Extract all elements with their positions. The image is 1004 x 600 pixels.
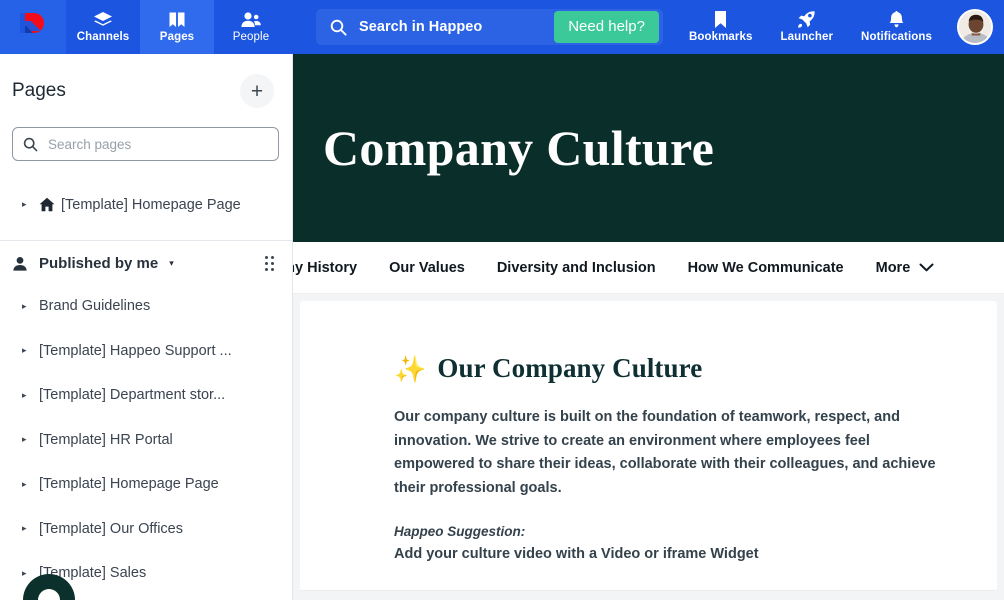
list-item[interactable]: ▸ [Template] Department stor... [0, 373, 292, 418]
section-paragraph: Our company culture is built on the foun… [394, 409, 936, 496]
nav-item-channels-label: Channels [76, 31, 130, 44]
sidebar-group-published-by-me: Published by me ▾ [0, 241, 292, 284]
happeo-logo-button[interactable] [0, 0, 66, 54]
search-container: Search in Happeo Need help? [288, 0, 675, 54]
chat-bubble-icon [38, 589, 60, 600]
chevron-right-icon[interactable]: ▸ [22, 390, 34, 400]
chevron-right-icon[interactable]: ▸ [22, 200, 34, 209]
main-content: Company Culture Company History Our Valu… [293, 54, 1004, 600]
list-item[interactable]: ▸ [Template] HR Portal [0, 418, 292, 463]
tab-company-history[interactable]: Company History [293, 242, 373, 293]
avatar-image [957, 9, 993, 45]
nav-item-launcher-label: Launcher [780, 31, 834, 44]
need-help-button[interactable]: Need help? [554, 11, 659, 43]
page-title: Company Culture [323, 120, 715, 176]
chevron-right-icon[interactable]: ▸ [22, 435, 34, 444]
sidebar-item-label: [Template] Department stor... [39, 387, 226, 404]
chevron-right-icon[interactable]: ▸ [22, 524, 34, 533]
list-item[interactable]: ▸ Brand Guidelines [0, 284, 292, 329]
suggestion-label: Happeo Suggestion: [394, 524, 526, 539]
nav-item-channels[interactable]: Channels [66, 0, 140, 54]
sidebar-item-label: [Template] Homepage Page [61, 196, 241, 213]
people-icon [240, 10, 262, 29]
tab-diversity-and-inclusion[interactable]: Diversity and Inclusion [481, 242, 672, 293]
person-icon [12, 256, 28, 272]
drag-handle-icon[interactable] [265, 256, 274, 271]
sidebar-item-label: [Template] Our Offices [39, 520, 183, 537]
page-tab-bar: Company History Our Values Diversity and… [293, 242, 1004, 294]
top-navigation-bar: Channels Pages People Search in Happeo N… [0, 0, 1004, 54]
chevron-right-icon[interactable]: ▸ [22, 301, 34, 311]
page-hero-banner: Company Culture [293, 54, 1004, 242]
list-item[interactable]: ▸ [Template] Our Offices [0, 507, 292, 552]
list-item[interactable]: ▸ [Template] Homepage Page [0, 462, 292, 507]
global-search-input[interactable]: Search in Happeo Need help? [316, 9, 663, 45]
tab-more-label: More [875, 259, 911, 276]
chevron-right-icon[interactable]: ▸ [22, 346, 34, 355]
global-search-placeholder: Search in Happeo [359, 19, 483, 35]
sidebar-item-label: [Template] HR Portal [39, 431, 173, 448]
sidebar-item-label: Brand Guidelines [39, 298, 151, 315]
chevron-down-icon[interactable]: ▾ [169, 258, 174, 269]
bookmark-icon [712, 10, 729, 29]
sidebar-group-toggle[interactable]: Published by me ▾ [12, 255, 174, 272]
sidebar-item-label: [Template] Happeo Support ... [39, 342, 232, 359]
nav-item-bookmarks-label: Bookmarks [688, 31, 753, 44]
bell-icon [888, 10, 905, 29]
suggestion-text: Add your culture video with a Video or i… [394, 546, 759, 562]
layers-icon [93, 10, 113, 29]
sidebar-search-placeholder: Search pages [48, 136, 132, 152]
search-icon [330, 19, 347, 36]
nav-item-launcher[interactable]: Launcher [766, 0, 847, 54]
nav-item-people[interactable]: People [214, 0, 288, 54]
chevron-right-icon[interactable]: ▸ [22, 568, 34, 578]
nav-item-notifications-label: Notifications [861, 31, 932, 44]
happeo-logo-icon [17, 12, 49, 42]
home-icon [39, 197, 61, 212]
nav-item-notifications[interactable]: Notifications [847, 0, 946, 54]
add-page-button[interactable]: + [240, 74, 274, 108]
page-content-card: ✨ Our Company Culture Our company cultur… [300, 301, 997, 591]
sidebar-item-label: [Template] Homepage Page [39, 476, 219, 493]
book-icon [168, 10, 186, 29]
nav-right-group: Bookmarks Launcher Notifications [675, 0, 1004, 54]
tab-our-values[interactable]: Our Values [373, 242, 481, 293]
sparkles-icon: ✨ [394, 353, 427, 384]
card-bottom-edge [300, 590, 997, 591]
list-item[interactable]: ▸ [Template] Happeo Support ... [0, 329, 292, 374]
tab-how-we-communicate[interactable]: How We Communicate [672, 242, 860, 293]
rocket-icon [797, 10, 816, 29]
section-heading: ✨ Our Company Culture [394, 353, 997, 384]
sidebar-search-input[interactable]: Search pages [12, 127, 279, 161]
section-heading-text: Our Company Culture [437, 353, 703, 383]
nav-item-bookmarks[interactable]: Bookmarks [675, 0, 767, 54]
sidebar-group-label: Published by me [39, 255, 159, 272]
search-icon [23, 137, 38, 152]
sidebar-item-homepage-template[interactable]: ▸ [Template] Homepage Page [0, 182, 292, 227]
nav-item-pages[interactable]: Pages [140, 0, 214, 54]
sidebar-header: Pages + [0, 54, 292, 108]
nav-item-people-label: People [232, 31, 270, 44]
sidebar-title: Pages [12, 80, 66, 101]
nav-item-pages-label: Pages [159, 31, 195, 44]
avatar[interactable] [946, 0, 1004, 54]
sidebar-page-list: ▸ Brand Guidelines ▸ [Template] Happeo S… [0, 284, 292, 596]
tab-more[interactable]: More [860, 242, 951, 293]
chevron-right-icon[interactable]: ▸ [22, 479, 34, 489]
chevron-down-icon [919, 263, 934, 272]
pages-sidebar: Pages + Search pages ▸ [Template] Homepa… [0, 54, 293, 600]
